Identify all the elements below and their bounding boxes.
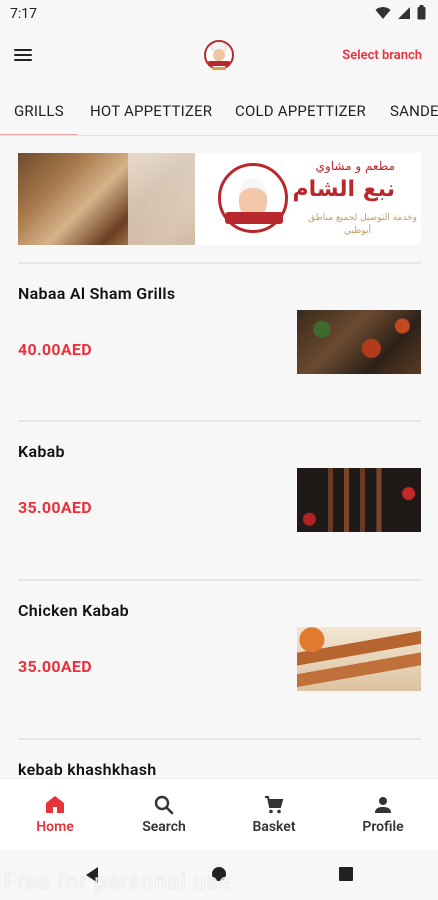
restaurant-logo (204, 40, 234, 70)
category-tabs: GRILLS HOT APPETTIZER COLD APPETTIZER SA… (0, 84, 438, 136)
app-bar: Select branch (0, 28, 438, 84)
recents-icon[interactable] (338, 866, 354, 882)
banner-delivery-text: وخدمة التوصيل لجميع مناطق (308, 213, 417, 223)
item-image[interactable] (297, 310, 421, 374)
item-price: 40.00AED (18, 340, 92, 359)
nav-search[interactable]: Search (109, 779, 219, 851)
nav-basket-label: Basket (252, 819, 296, 835)
menu-item[interactable]: kebab khashkhash (0, 740, 438, 778)
nav-basket[interactable]: Basket (219, 779, 329, 851)
banner-city-text: أبوظبي (343, 226, 371, 236)
menu-content: مطعم و مشاوي نبع الشام وخدمة التوصيل لجم… (0, 136, 438, 778)
status-icons (375, 5, 426, 20)
menu-item[interactable]: Nabaa Al Sham Grills 40.00AED (0, 264, 438, 422)
select-branch-button[interactable]: Select branch (342, 48, 422, 63)
cart-icon (265, 796, 284, 814)
status-time: 7:17 (10, 6, 37, 22)
tab-hot-appetizer[interactable]: HOT APPETTIZER (90, 84, 212, 135)
person-icon (375, 797, 391, 813)
bottom-navigation: Home Search Basket Profile (0, 778, 438, 850)
home-icon (46, 796, 64, 813)
item-name: Kabab (18, 442, 65, 461)
status-bar: 7:17 (0, 0, 438, 28)
chef-logo (218, 163, 288, 233)
menu-button[interactable] (14, 46, 38, 66)
battery-icon (417, 5, 426, 20)
item-name: Nabaa Al Sham Grills (18, 284, 176, 303)
banner-food-photo (18, 153, 195, 245)
item-price: 35.00AED (18, 498, 92, 517)
item-image[interactable] (297, 627, 421, 691)
wifi-icon (375, 6, 391, 19)
item-image[interactable] (297, 468, 421, 532)
item-name: Chicken Kabab (18, 601, 129, 620)
restaurant-banner: مطعم و مشاوي نبع الشام وخدمة التوصيل لجم… (18, 153, 421, 245)
item-price: 35.00AED (18, 657, 92, 676)
search-icon (154, 795, 174, 815)
tab-cold-appetizer[interactable]: COLD APPETTIZER (235, 84, 366, 135)
item-name: kebab khashkhash (18, 760, 157, 778)
nav-home[interactable]: Home (0, 779, 110, 851)
menu-item[interactable]: Chicken Kabab 35.00AED (0, 581, 438, 739)
banner-subtitle: مطعم و مشاوي (315, 159, 395, 173)
tab-grills[interactable]: GRILLS (14, 84, 64, 135)
nav-profile[interactable]: Profile (328, 779, 438, 851)
signal-icon (398, 6, 410, 19)
banner-title: نبع الشام (292, 177, 395, 202)
menu-item[interactable]: Kabab 35.00AED (0, 422, 438, 580)
tab-sandwiches[interactable]: SANDE (390, 84, 438, 135)
nav-profile-label: Profile (362, 819, 404, 835)
menu-icon (14, 49, 32, 51)
nav-home-label: Home (36, 819, 74, 835)
nav-search-label: Search (142, 819, 186, 835)
watermark-text: Free for personal use (4, 870, 232, 895)
